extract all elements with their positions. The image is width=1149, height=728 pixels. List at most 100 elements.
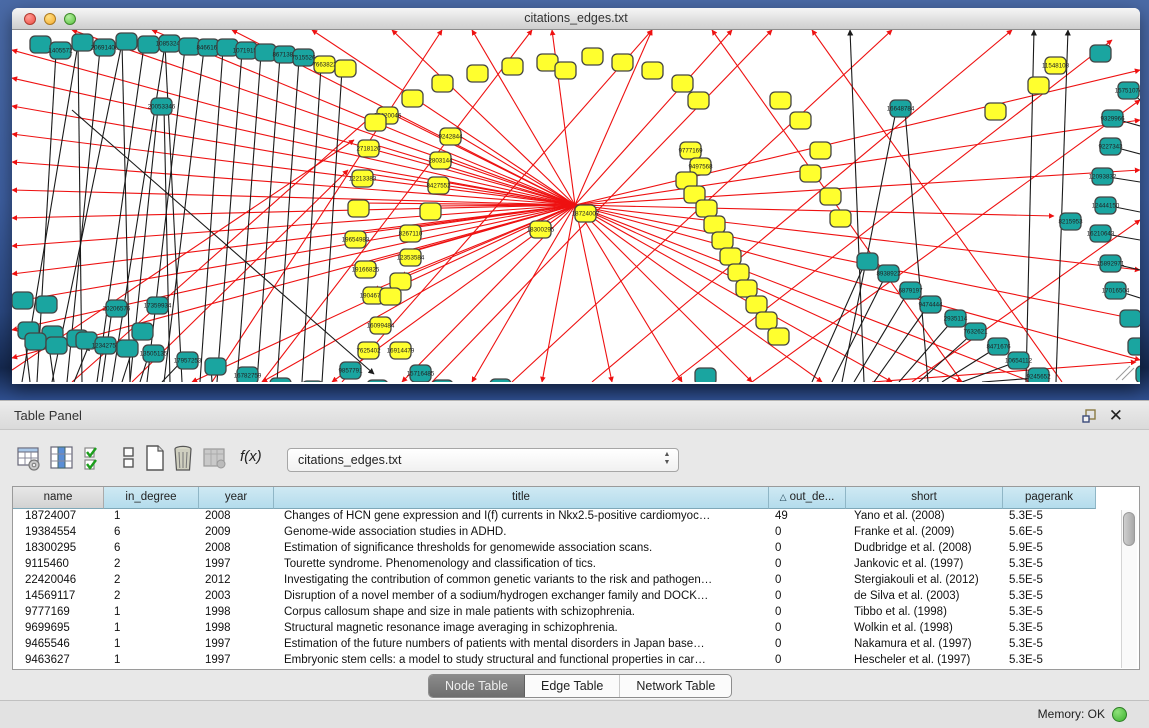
delete-table-icon[interactable] <box>170 444 196 472</box>
table-row[interactable]: 1456911722003Disruption of a novel membe… <box>13 589 1139 605</box>
graph-node[interactable]: 12923468 <box>267 378 295 382</box>
graph-node[interactable]: 2718120 <box>356 140 381 157</box>
graph-edge[interactable] <box>575 170 1140 205</box>
graph-node[interactable] <box>117 340 138 357</box>
graph-node[interactable]: 15892971 <box>1097 255 1125 272</box>
graph-node[interactable]: 2935114 <box>944 310 968 327</box>
graph-node[interactable]: 9857791 <box>338 362 363 379</box>
table-selector-dropdown[interactable]: citations_edges.txt ▲▼ <box>287 448 679 472</box>
graph-node[interactable]: 9474444 <box>918 296 943 313</box>
graph-node[interactable] <box>1120 310 1140 327</box>
graph-node[interactable] <box>420 203 441 220</box>
function-builder-icon[interactable]: f(x) <box>240 444 270 472</box>
graph-node[interactable] <box>820 188 841 205</box>
graph-edge[interactable] <box>12 50 575 205</box>
close-panel-icon[interactable]: ✕ <box>1109 404 1123 428</box>
graph-node[interactable] <box>830 210 851 227</box>
graph-node[interactable] <box>810 142 831 159</box>
column-header-year[interactable]: year <box>199 487 274 509</box>
graph-node[interactable]: 17359934 <box>144 297 172 314</box>
table-row[interactable]: 946362711997Embryonic stem cells: a mode… <box>13 653 1139 669</box>
graph-edge[interactable] <box>472 205 575 382</box>
graph-edge[interactable] <box>592 30 1012 382</box>
graph-node[interactable]: 7632621 <box>963 323 988 340</box>
graph-node[interactable] <box>770 92 791 109</box>
graph-node[interactable] <box>1136 366 1140 382</box>
graph-node[interactable] <box>25 333 46 350</box>
row-selection-icon[interactable] <box>116 444 142 472</box>
graph-node[interactable]: 20206576 <box>103 300 131 317</box>
graph-node[interactable]: 20053346 <box>148 98 176 115</box>
graph-node[interactable] <box>642 62 663 79</box>
graph-edge[interactable] <box>832 275 886 382</box>
graph-edge[interactable] <box>200 49 223 382</box>
graph-edge[interactable] <box>905 111 928 382</box>
table-row[interactable]: 969969511998Structural magnetic resonanc… <box>13 621 1139 637</box>
graph-edge[interactable] <box>441 155 575 205</box>
graph-edge[interactable] <box>322 70 342 382</box>
graph-node[interactable] <box>365 114 386 131</box>
graph-node[interactable]: 7625402 <box>356 342 381 359</box>
graph-node[interactable]: 8427552 <box>426 177 451 194</box>
graph-node[interactable]: 18724007 <box>572 205 600 222</box>
graph-node[interactable]: 15751074 <box>1115 82 1140 99</box>
graph-node[interactable] <box>490 379 511 382</box>
graph-node[interactable]: 8471676 <box>986 338 1011 355</box>
graph-node[interactable]: 11548108 <box>1042 57 1070 74</box>
tab-network-table[interactable]: Network Table <box>620 675 731 697</box>
window-titlebar[interactable]: citations_edges.txt <box>12 8 1140 30</box>
graph-node[interactable] <box>116 33 137 50</box>
graph-node[interactable] <box>756 312 777 329</box>
graph-node[interactable] <box>800 165 821 182</box>
graph-node[interactable]: 12213383 <box>349 170 377 187</box>
graph-node[interactable] <box>720 248 741 265</box>
table-settings-icon[interactable] <box>16 444 42 472</box>
graph-node[interactable] <box>712 232 733 249</box>
table-row[interactable]: 946554611997Estimation of the future num… <box>13 637 1139 653</box>
table-row[interactable]: 1872400712008Changes of HCN gene express… <box>13 509 1139 525</box>
graph-node[interactable]: 12093832 <box>1089 168 1117 185</box>
graph-node[interactable]: 20691406 <box>91 39 119 56</box>
graph-node[interactable]: 9227343 <box>1098 138 1123 155</box>
graph-edge[interactable] <box>812 30 1062 382</box>
graph-edge[interactable] <box>217 52 242 382</box>
graph-node[interactable] <box>467 65 488 82</box>
graph-edge[interactable] <box>164 108 170 382</box>
graph-node[interactable]: 8938922 <box>876 265 901 282</box>
graph-edge[interactable] <box>812 263 865 382</box>
graph-node[interactable] <box>1028 77 1049 94</box>
graph-node[interactable]: 12342757 <box>92 337 120 354</box>
graph-node[interactable] <box>790 112 811 129</box>
new-table-icon[interactable] <box>142 444 168 472</box>
graph-edge[interactable] <box>12 205 575 302</box>
graph-node[interactable] <box>502 58 523 75</box>
canvas-resize-grip[interactable] <box>1116 366 1134 380</box>
table-row[interactable]: 1830029562008Estimation of significance … <box>13 541 1139 557</box>
graph-node[interactable] <box>1090 45 1111 62</box>
scrollbar-thumb[interactable] <box>1123 512 1135 546</box>
graph-node[interactable] <box>348 200 369 217</box>
graph-node[interactable]: 6879197 <box>898 282 923 299</box>
float-window-icon[interactable] <box>1081 408 1097 424</box>
graph-node[interactable] <box>695 368 716 382</box>
table-row[interactable]: 977716911998Corpus callosum shape and si… <box>13 605 1139 621</box>
graph-node[interactable] <box>132 323 153 340</box>
graph-node[interactable]: 8215953 <box>1058 213 1083 230</box>
graph-edge[interactable] <box>842 111 896 382</box>
graph-node[interactable]: 13505135 <box>140 345 168 362</box>
graph-node[interactable]: 2803144 <box>428 152 453 169</box>
column-header-title[interactable]: title <box>274 487 769 509</box>
graph-edge[interactable] <box>122 43 130 382</box>
graph-node[interactable] <box>696 200 717 217</box>
graph-edge[interactable] <box>874 306 928 382</box>
table-row[interactable]: 911546021997Tourette syndrome. Phenomeno… <box>13 557 1139 573</box>
select-columns-icon[interactable] <box>82 444 108 472</box>
graph-edge[interactable] <box>752 100 1140 382</box>
column-header-short[interactable]: short <box>846 487 1003 509</box>
graph-node[interactable]: 1405572 <box>48 42 73 59</box>
graph-node[interactable] <box>672 75 693 92</box>
graph-node[interactable]: 16782759 <box>234 367 262 382</box>
column-header-name[interactable]: name <box>13 487 104 509</box>
graph-node[interactable]: 15716485 <box>407 365 435 382</box>
graph-node[interactable] <box>857 253 878 270</box>
